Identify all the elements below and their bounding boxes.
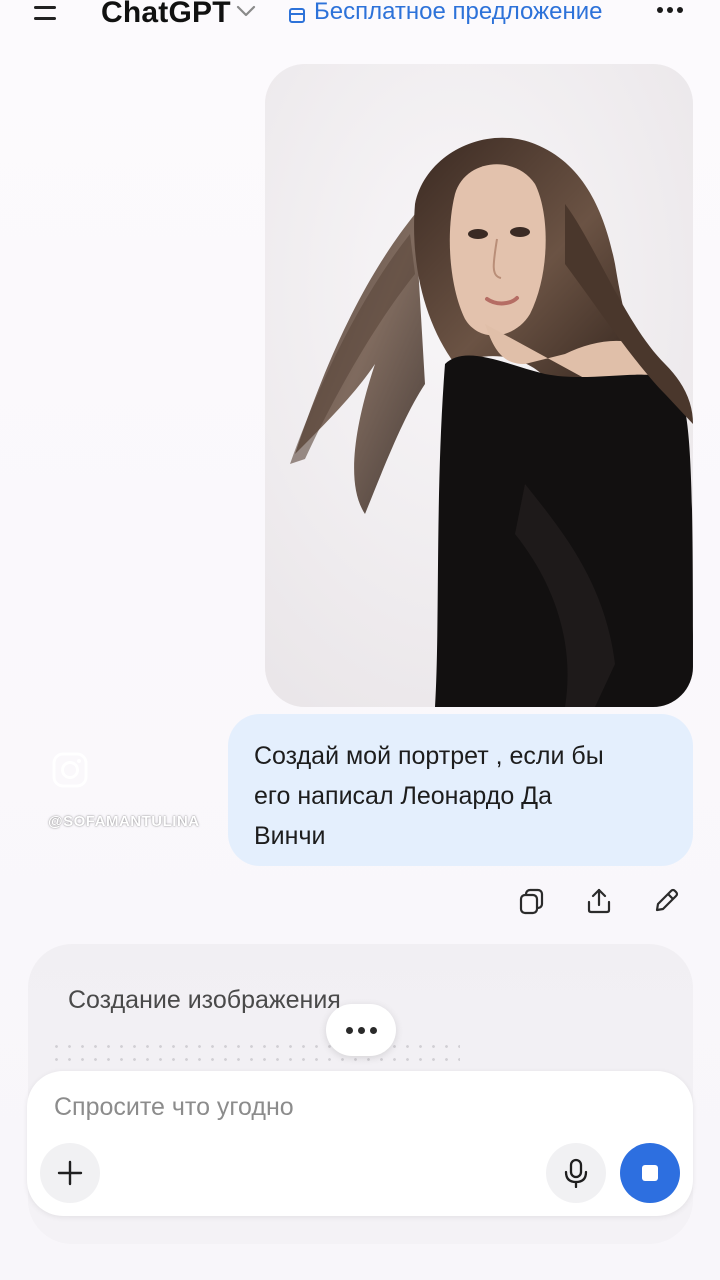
share-icon[interactable]: [584, 886, 614, 916]
instagram-icon: [52, 752, 88, 788]
message-composer: [27, 1071, 693, 1216]
free-offer-label: Бесплатное предложение: [314, 0, 603, 25]
voice-input-button[interactable]: [546, 1143, 606, 1203]
ellipsis-icon: [326, 1004, 396, 1056]
attached-photo[interactable]: [265, 64, 693, 707]
pencil-icon[interactable]: [651, 886, 681, 916]
gift-icon: [289, 8, 305, 23]
stop-icon: [642, 1165, 658, 1181]
free-offer-button[interactable]: Бесплатное предложение: [288, 0, 602, 26]
chevron-down-icon[interactable]: [236, 4, 256, 18]
user-message-text: Создай мой портрет , если бы его написал…: [254, 742, 604, 850]
chat-screen: ChatGPT Бесплатное предложение @SOFAMANT…: [0, 0, 720, 1280]
image-generation-title: Создание изображения: [68, 986, 341, 1014]
copy-icon[interactable]: [517, 886, 547, 916]
watermark-handle: @SOFAMANTULINA: [48, 813, 200, 830]
generation-progress-pattern: [50, 1040, 460, 1066]
stop-generation-button[interactable]: [620, 1143, 680, 1203]
app-title[interactable]: ChatGPT: [101, 0, 231, 30]
message-input[interactable]: [54, 1093, 654, 1122]
top-bar: ChatGPT Бесплатное предложение: [0, 0, 720, 38]
plus-icon: [57, 1160, 83, 1186]
user-message-bubble: Создай мой портрет , если бы его написал…: [228, 714, 693, 866]
microphone-icon: [564, 1158, 588, 1188]
add-attachment-button[interactable]: [40, 1143, 100, 1203]
portrait-photo: [265, 64, 693, 707]
hamburger-menu-icon[interactable]: [34, 6, 58, 20]
more-horizontal-icon[interactable]: [656, 6, 684, 14]
